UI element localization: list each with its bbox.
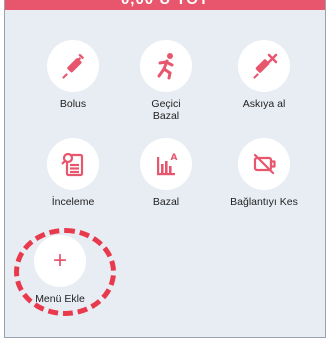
status-title: 0,00 Ü TOT bbox=[5, 0, 325, 8]
tile-suspend-label: Askıya al bbox=[242, 98, 286, 110]
bar-chart-a-icon: A bbox=[157, 153, 178, 176]
tile-bolus[interactable]: Bolus bbox=[28, 40, 118, 110]
tile-basal-circle[interactable]: A bbox=[140, 138, 192, 190]
running-person-icon bbox=[157, 53, 174, 80]
tile-temp-basal-label-line2: Bazal bbox=[152, 110, 180, 122]
tile-suspend-circle[interactable] bbox=[238, 40, 290, 92]
syringe-icon bbox=[62, 53, 84, 79]
tile-temp-basal-label: Geçici Bazal bbox=[121, 98, 211, 122]
tile-review[interactable]: İnceleme bbox=[28, 138, 118, 208]
tile-add-menu[interactable]: + Menü Ekle bbox=[15, 235, 105, 305]
tile-review-label: İnceleme bbox=[51, 196, 95, 208]
document-search-icon bbox=[61, 152, 84, 177]
status-bar: 0,00 Ü TOT bbox=[5, 0, 325, 10]
tile-temp-basal[interactable]: Geçici Bazal bbox=[121, 40, 211, 122]
tile-add-menu-circle[interactable]: + bbox=[34, 235, 86, 287]
disconnect-icon bbox=[253, 153, 276, 175]
syringe-cancel-icon bbox=[253, 53, 278, 79]
tile-add-menu-label: Menü Ekle bbox=[35, 293, 85, 305]
plus-icon: + bbox=[52, 247, 67, 274]
tile-temp-basal-circle[interactable] bbox=[140, 40, 192, 92]
tile-basal[interactable]: A Bazal bbox=[121, 138, 211, 208]
tile-disconnect[interactable]: Bağlantıyı Kes bbox=[219, 138, 309, 208]
tile-bolus-label: Bolus bbox=[59, 98, 87, 110]
tile-disconnect-label: Bağlantıyı Kes bbox=[230, 196, 298, 208]
quick-menu-panel: 0,00 Ü TOT Bolus bbox=[4, 0, 326, 338]
svg-text:A: A bbox=[171, 153, 178, 163]
tile-bolus-circle[interactable] bbox=[47, 40, 99, 92]
tile-review-circle[interactable] bbox=[47, 138, 99, 190]
tile-suspend[interactable]: Askıya al bbox=[219, 40, 309, 110]
tile-disconnect-circle[interactable] bbox=[238, 138, 290, 190]
tile-temp-basal-label-line1: Geçici bbox=[151, 98, 181, 110]
tile-basal-label: Bazal bbox=[152, 196, 180, 208]
